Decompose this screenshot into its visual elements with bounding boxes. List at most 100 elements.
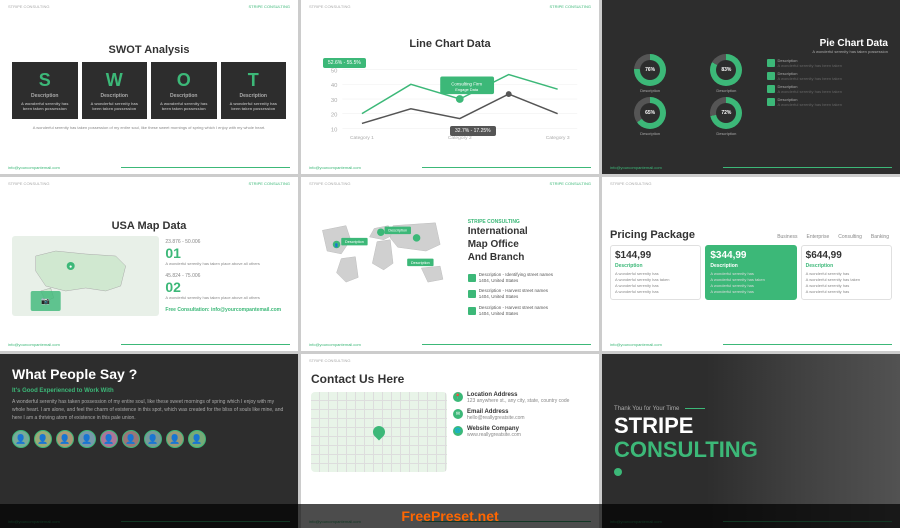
svg-text:Category 1: Category 1 [350, 135, 374, 141]
watermark-prefix: Free [401, 508, 431, 524]
pricing-features-1: A wonderful serenity hasA wonderful sere… [615, 271, 696, 295]
svg-text:Description: Description [411, 261, 430, 265]
usa-consult: Free Consultation: info@yourcompantemail… [165, 307, 286, 313]
pie-label-76: Description [640, 88, 660, 93]
svg-text:👤: 👤 [334, 242, 339, 247]
pricing-tab-banking[interactable]: Banking [868, 233, 892, 241]
intl-desc-icon-2 [468, 290, 476, 298]
swot-grid: S Description A wonderful serenity has b… [12, 62, 286, 119]
pricing-tab-consulting[interactable]: Consulting [835, 233, 865, 241]
swot-footer-line [121, 167, 290, 168]
swot-box-w: W Description A wonderful serenity has b… [82, 62, 148, 119]
swot-label-s: Description [31, 93, 59, 99]
avatar-9: 👤 [188, 430, 206, 448]
line-footer-line [422, 167, 591, 168]
pricing-features-2: A wonderful serenity hasA wonderful sere… [710, 271, 791, 295]
usa-title: USA Map Data [12, 220, 286, 232]
contact-website-text: Website Company www.reallygreatsite.com [467, 426, 521, 438]
intl-desc-text-1: Description - Identifying street names14… [479, 272, 553, 285]
swot-footer-email: info@yourcompantemail.com [8, 165, 60, 170]
pricing-features-3: A wonderful serenity hasA wonderful sere… [806, 271, 887, 295]
swot-meta-left: STRIPE CONSULTING [8, 4, 50, 9]
usa-stat-1: 23.876 - 50.006 01 A wonderful serenity … [165, 239, 286, 267]
intl-desc-item-2: Description - Harvest street names1404, … [468, 288, 587, 301]
swot-desc-s: A wonderful serenity has been taken poss… [16, 101, 74, 111]
stripe-thank-row: Thank You for Your Time [614, 406, 705, 412]
pie-footer-email: info@yourcompantemail.com [610, 165, 662, 170]
pie-label-72: Description [716, 131, 736, 136]
usa-consult-email: info@yourcompantemail.com [211, 307, 281, 313]
pie-item-72: 72% Description [690, 97, 762, 136]
contact-email-text: Email Address hello@reallygreatsite.com [467, 409, 525, 421]
slide-intl-map: STRIPE CONSULTING STRIPE CONSULTING [301, 177, 599, 351]
pie-ring-inner-65: 65% [640, 103, 660, 123]
pricing-meta-left: STRIPE CONSULTING [610, 181, 652, 186]
usa-map-visual: ● 📷 [12, 236, 159, 316]
pricing-tab-business[interactable]: Business [774, 233, 800, 241]
pie-desc-1: DescriptionA wonderful serenity has been… [767, 58, 889, 68]
swot-footer-desc: A wonderful serenity has taken possessio… [33, 125, 266, 131]
contact-email: ✉ Email Address hello@reallygreatsite.co… [453, 409, 589, 421]
contact-website-value: www.reallygreatsite.com [467, 432, 521, 438]
svg-text:50: 50 [331, 69, 338, 75]
intl-desc-icon-3 [468, 307, 476, 315]
pricing-tab-enterprise[interactable]: Enterprise [803, 233, 832, 241]
pie-ring-83: 83% [710, 54, 742, 86]
avatar-4: 👤 [78, 430, 96, 448]
intl-footer: info@yourcompantemail.com [309, 342, 591, 347]
email-icon: ✉ [453, 409, 463, 419]
svg-text:Consulting Firm: Consulting Firm [451, 81, 482, 86]
pricing-plan-3: Description [806, 263, 887, 269]
contact-content: 📍 Location Address 123 anywhere st., any… [311, 392, 589, 472]
pricing-plan-2: Description [710, 263, 791, 269]
slide-swot: STRIPE CONSULTING STRIPE CONSULTING SWOT… [0, 0, 298, 174]
pricing-footer-email: info@yourcompantemail.com [610, 342, 662, 347]
pie-title-row: Pie Chart Data A wonderful serenity has … [614, 38, 888, 55]
watermark-suffix: .net [474, 508, 499, 524]
intl-meta-right: STRIPE CONSULTING [550, 181, 592, 186]
line-footer: info@yourcompantemail.com [309, 165, 591, 170]
contact-info: 📍 Location Address 123 anywhere st., any… [453, 392, 589, 472]
contact-map [311, 392, 447, 472]
pricing-price-1: $144,99 [615, 250, 696, 261]
slide-testimonial: What People Say ? It's Good Experienced … [0, 354, 298, 528]
line-chart-container: 52.6% - 55.5% 50 40 30 20 10 [313, 54, 587, 144]
location-icon: 📍 [453, 392, 463, 402]
usa-meta-left: STRIPE CONSULTING [8, 181, 50, 186]
testimonial-title: What People Say ? [12, 366, 137, 382]
avatar-7: 👤 [144, 430, 162, 448]
usa-footer-line [121, 344, 290, 345]
usa-map-content: ● 📷 23.876 - 50.006 01 A wonderful seren… [12, 236, 286, 316]
pie-desc-text-4: DescriptionA wonderful serenity has been… [778, 97, 843, 107]
usa-stat1-desc: A wonderful serenity has taken place abo… [165, 261, 286, 267]
pricing-meta: STRIPE CONSULTING [610, 181, 892, 186]
intl-right: STRIPE CONSULTING International Map Offi… [464, 209, 587, 327]
usa-meta: STRIPE CONSULTING STRIPE CONSULTING [8, 181, 290, 186]
pricing-price-2: $344,99 [710, 250, 791, 261]
swot-label-o: Description [170, 93, 198, 99]
usa-stat-2: 45.824 - 75.006 02 A wonderful serenity … [165, 273, 286, 301]
svg-text:Category 3: Category 3 [546, 135, 570, 141]
pricing-plan-1: Description [615, 263, 696, 269]
line-meta-right: STRIPE CONSULTING [550, 4, 592, 9]
slide-grid: STRIPE CONSULTING STRIPE CONSULTING SWOT… [0, 0, 900, 528]
svg-text:Description: Description [345, 240, 364, 244]
watermark-highlight: Preset [431, 508, 474, 524]
slide-line-chart: STRIPE CONSULTING STRIPE CONSULTING Line… [301, 0, 599, 174]
intl-footer-email: info@yourcompantemail.com [309, 342, 361, 347]
avatar-2: 👤 [34, 430, 52, 448]
line-meta-left: STRIPE CONSULTING [309, 4, 351, 9]
testimonial-text: A wonderful serenity has taken possessio… [12, 398, 286, 422]
pie-content: 76% Description 83% Description 65% D [614, 54, 888, 136]
intl-title: International Map Office And Branch [468, 225, 528, 264]
watermark-bar: FreePreset.net [0, 504, 900, 528]
swot-desc-t: A wonderful serenity has been taken poss… [225, 101, 283, 111]
avatar-1: 👤 [12, 430, 30, 448]
svg-text:●: ● [69, 264, 72, 270]
line-title: Line Chart Data [409, 38, 490, 50]
avatar-8: 👤 [166, 430, 184, 448]
intl-desc-item-3: Description - Harvest street names1404, … [468, 305, 587, 318]
svg-text:30: 30 [331, 98, 338, 104]
pie-desc-list: DescriptionA wonderful serenity has been… [767, 54, 889, 136]
pie-title: Pie Chart Data [808, 38, 888, 49]
